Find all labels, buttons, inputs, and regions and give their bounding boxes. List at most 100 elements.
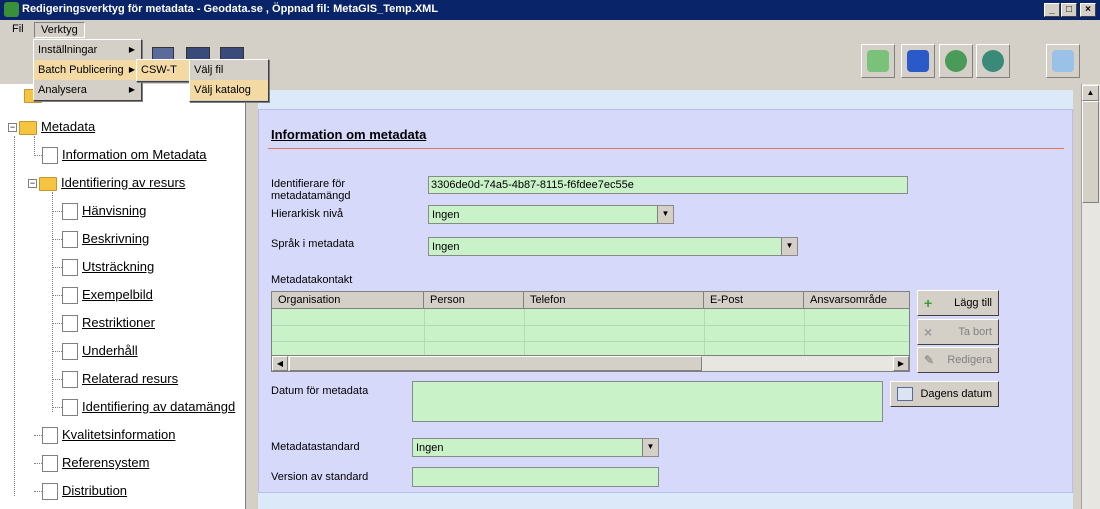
hierarchy-label: Hierarkisk nivå bbox=[271, 208, 344, 220]
plus-icon: + bbox=[924, 295, 933, 311]
tree-item-distribution[interactable]: Distribution bbox=[42, 482, 127, 504]
edit-notes-button[interactable] bbox=[1046, 44, 1080, 78]
menu-item-valj-katalog[interactable]: Välj katalog bbox=[190, 80, 268, 100]
chevron-down-icon[interactable]: ▼ bbox=[781, 238, 797, 255]
date-label: Datum för metadata bbox=[271, 385, 369, 397]
language-select[interactable]: Ingen ▼ bbox=[428, 237, 798, 256]
tree-item-restriktioner[interactable]: Restriktioner bbox=[62, 314, 155, 336]
document-icon bbox=[62, 287, 78, 305]
save-button[interactable] bbox=[901, 44, 935, 78]
tree-item-exempelbild[interactable]: Exempelbild bbox=[62, 286, 153, 308]
menu-bar: Fil Verktyg bbox=[0, 20, 1100, 39]
today-date-button[interactable]: Dagens datum bbox=[890, 381, 999, 407]
tree-item-beskrivning[interactable]: Beskrivning bbox=[62, 230, 149, 252]
chevron-down-icon[interactable]: ▼ bbox=[642, 439, 658, 456]
document-icon bbox=[62, 231, 78, 249]
remove-contact-button[interactable]: × Ta bort bbox=[917, 319, 999, 345]
upload-globe-icon bbox=[945, 50, 967, 72]
document-icon bbox=[42, 427, 58, 445]
column-header[interactable]: E-Post bbox=[704, 292, 804, 309]
menu-verktyg[interactable]: Verktyg bbox=[34, 22, 85, 38]
tree-item-utstrackning[interactable]: Utsträckning bbox=[62, 258, 154, 280]
scroll-left-icon[interactable]: ◀ bbox=[272, 356, 288, 371]
scroll-up-icon[interactable]: ▲ bbox=[1082, 85, 1099, 101]
add-contact-button[interactable]: + Lägg till bbox=[917, 290, 999, 316]
maximize-button[interactable]: □ bbox=[1061, 3, 1077, 17]
chevron-right-icon: ▶ bbox=[128, 45, 135, 54]
remove-button[interactable] bbox=[976, 44, 1010, 78]
identifier-field[interactable]: 3306de0d-74a5-4b87-8115-f6fdee7ec55e bbox=[428, 176, 908, 194]
scroll-right-icon[interactable]: ▶ bbox=[893, 356, 909, 371]
title-bar: Redigeringsverktyg för metadata - Geodat… bbox=[0, 0, 1100, 20]
tree-item-relaterad-resurs[interactable]: Relaterad resurs bbox=[62, 370, 178, 392]
document-icon bbox=[62, 371, 78, 389]
batch-submenu: CSW-T bbox=[136, 59, 191, 82]
document-icon bbox=[62, 259, 78, 277]
document-icon bbox=[62, 343, 78, 361]
validate-xml-icon bbox=[867, 50, 889, 72]
document-icon bbox=[42, 483, 58, 501]
column-header[interactable]: Ansvarsområde bbox=[804, 292, 909, 309]
document-icon bbox=[42, 147, 58, 165]
document-icon bbox=[42, 455, 58, 473]
menu-item-csw-t[interactable]: CSW-T bbox=[137, 60, 190, 80]
section-title: Information om metadata bbox=[271, 127, 427, 142]
date-field[interactable] bbox=[412, 381, 883, 422]
tree-item-information-om-metadata[interactable]: Information om Metadata bbox=[42, 146, 207, 168]
remove-globe-icon bbox=[982, 50, 1004, 72]
csw-submenu: Välj fil Välj katalog bbox=[189, 59, 269, 102]
tree-item-referensystem[interactable]: Referensystem bbox=[42, 454, 149, 476]
tree-item-kvalitetsinformation[interactable]: Kvalitetsinformation bbox=[42, 426, 175, 448]
minimize-button[interactable]: _ bbox=[1044, 3, 1060, 17]
tree-item-identifiering-av-resurs[interactable]: − Identifiering av resurs bbox=[28, 174, 185, 196]
folder-open-icon bbox=[19, 120, 37, 135]
tree-item-metadata[interactable]: − Metadata bbox=[8, 118, 95, 140]
validate-xml-button[interactable] bbox=[861, 44, 895, 78]
chevron-down-icon[interactable]: ▼ bbox=[657, 206, 673, 223]
chevron-right-icon: ▶ bbox=[128, 85, 135, 94]
language-label: Språk i metadata bbox=[271, 238, 355, 250]
standard-select[interactable]: Ingen ▼ bbox=[412, 438, 659, 457]
verktyg-menu: Inställningar ▶ Batch Publicering ▶ Analys… bbox=[33, 39, 142, 101]
scroll-thumb[interactable] bbox=[289, 356, 702, 371]
window-title: Redigeringsverktyg för metadata - Geodat… bbox=[22, 3, 439, 15]
section-divider bbox=[268, 148, 1064, 149]
pencil-icon: ✎ bbox=[924, 353, 935, 367]
close-button[interactable]: × bbox=[1080, 3, 1096, 17]
document-icon bbox=[62, 399, 78, 417]
column-header[interactable]: Telefon bbox=[524, 292, 704, 309]
chevron-right-icon: ▶ bbox=[128, 65, 135, 74]
close-icon: × bbox=[924, 324, 933, 340]
collapse-icon[interactable]: − bbox=[8, 123, 17, 133]
document-icon bbox=[62, 203, 78, 221]
menu-item-installningar[interactable]: Inställningar ▶ bbox=[34, 40, 141, 60]
edit-contact-button[interactable]: ✎ Redigera bbox=[917, 347, 999, 373]
scroll-thumb[interactable] bbox=[1082, 101, 1099, 203]
identifier-label: Identifierare för metadatamängd bbox=[271, 178, 351, 202]
document-icon bbox=[62, 315, 78, 333]
hierarchy-select[interactable]: Ingen ▼ bbox=[428, 205, 674, 224]
edit-notes-icon bbox=[1052, 50, 1074, 72]
menu-item-analysera[interactable]: Analysera ▶ bbox=[34, 80, 141, 100]
tree-item-hanvisning[interactable]: Hänvisning bbox=[62, 202, 146, 224]
tree-item-underhall[interactable]: Underhåll bbox=[62, 342, 138, 364]
grid-horizontal-scrollbar[interactable]: ◀ ▶ bbox=[271, 355, 910, 372]
upload-button[interactable] bbox=[939, 44, 973, 78]
menu-item-valj-fil[interactable]: Välj fil bbox=[190, 60, 268, 80]
footer-strip bbox=[258, 493, 1073, 509]
folder-open-icon bbox=[39, 176, 57, 191]
version-field[interactable] bbox=[412, 467, 659, 487]
header-strip bbox=[258, 90, 1073, 109]
calendar-icon bbox=[897, 387, 913, 401]
tree-item-identifiering-av-datamangd[interactable]: Identifiering av datamängd bbox=[62, 398, 235, 420]
column-header[interactable]: Person bbox=[424, 292, 524, 309]
version-label: Version av standard bbox=[271, 471, 369, 483]
app-icon bbox=[4, 2, 19, 17]
standard-label: Metadatastandard bbox=[271, 441, 360, 453]
menu-fil[interactable]: Fil bbox=[6, 22, 30, 36]
menu-item-batch-publicering[interactable]: Batch Publicering ▶ bbox=[34, 60, 141, 80]
save-icon bbox=[907, 50, 929, 72]
collapse-icon[interactable]: − bbox=[28, 179, 37, 189]
column-header[interactable]: Organisation bbox=[272, 292, 424, 309]
tree-panel: − Metadata Information om Metadata − Ident… bbox=[0, 84, 246, 509]
